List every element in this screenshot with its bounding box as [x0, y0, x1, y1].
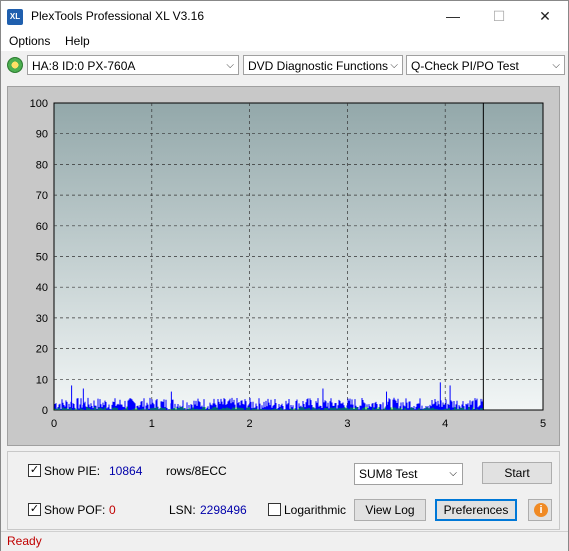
y-tick-label: 0 [42, 405, 48, 417]
info-button[interactable]: i [528, 499, 552, 521]
y-tick-label: 90 [36, 129, 48, 141]
chevron-down-icon: ⌵ [552, 60, 560, 71]
function-select-value: DVD Diagnostic Functions [248, 59, 389, 73]
test-select[interactable]: Q-Check PI/PO Test ⌵ [406, 55, 565, 75]
app-window: XL PlexTools Professional XL V3.16 — ☐ ✕… [0, 0, 569, 551]
function-select[interactable]: DVD Diagnostic Functions ⌵ [243, 55, 403, 75]
maximize-button[interactable]: ☐ [476, 1, 522, 31]
view-log-button[interactable]: View Log [354, 499, 426, 521]
y-tick-label: 50 [36, 252, 48, 264]
sum8-test-select-value: SUM8 Test [359, 467, 418, 481]
menu-help[interactable]: Help [65, 34, 90, 48]
app-logo-icon: XL [7, 9, 23, 25]
x-tick-label: 1 [149, 418, 155, 430]
y-tick-label: 70 [36, 190, 48, 202]
chevron-down-icon: ⌵ [449, 468, 457, 479]
y-tick-label: 60 [36, 221, 48, 233]
logarithmic-checkbox[interactable] [268, 503, 281, 516]
test-select-value: Q-Check PI/PO Test [411, 59, 519, 73]
chevron-down-icon: ⌵ [390, 60, 398, 71]
x-tick-label: 3 [344, 418, 350, 430]
x-tick-label: 4 [442, 418, 448, 430]
preferences-button[interactable]: Preferences [435, 499, 517, 521]
controls-panel: ✓ Show PIE: 10864 rows/8ECC ✓ Show POF: … [7, 451, 560, 530]
x-tick-label: 0 [51, 418, 57, 430]
rows-label: rows/8ECC [166, 464, 227, 478]
info-icon: i [534, 503, 548, 517]
pie-value: 10864 [109, 464, 143, 478]
y-tick-label: 10 [36, 374, 48, 386]
show-pie-checkbox[interactable]: ✓ [28, 464, 41, 477]
minimize-button[interactable]: — [430, 1, 476, 31]
drive-disc-icon [7, 57, 23, 73]
x-tick-label: 2 [247, 418, 253, 430]
chevron-down-icon: ⌵ [226, 60, 234, 71]
y-tick-label: 100 [30, 98, 48, 110]
pi-po-chart: 0 10 20 30 40 50 60 70 80 90 100 0 1 2 3 4 5 [30, 98, 546, 430]
logarithmic-label: Logarithmic [284, 503, 347, 517]
y-tick-label: 80 [36, 159, 48, 171]
y-tick-label: 30 [36, 313, 48, 325]
menu-options[interactable]: Options [9, 34, 50, 48]
menu-bar: Options Help [1, 31, 568, 51]
chart-panel: 0 10 20 30 40 50 60 70 80 90 100 0 1 2 3 4 5 [7, 86, 560, 446]
drive-select-value: HA:8 ID:0 PX-760A [32, 59, 136, 73]
window-title: PlexTools Professional XL V3.16 [31, 9, 204, 23]
y-tick-label: 40 [36, 282, 48, 294]
status-text: Ready [7, 534, 42, 548]
drive-select[interactable]: HA:8 ID:0 PX-760A ⌵ [27, 55, 239, 75]
sum8-test-select[interactable]: SUM8 Test ⌵ [354, 463, 463, 485]
pof-value: 0 [109, 503, 116, 517]
show-pof-checkbox[interactable]: ✓ [28, 503, 41, 516]
x-tick-label: 5 [540, 418, 546, 430]
start-button[interactable]: Start [482, 462, 552, 484]
close-button[interactable]: ✕ [522, 1, 568, 31]
show-pof-label: Show POF: [44, 503, 106, 517]
status-bar: Ready [1, 531, 568, 551]
toolbar: HA:8 ID:0 PX-760A ⌵ DVD Diagnostic Funct… [1, 52, 568, 80]
lsn-value: 2298496 [200, 503, 247, 517]
y-tick-label: 20 [36, 344, 48, 356]
show-pie-label: Show PIE: [44, 464, 101, 478]
title-bar: XL PlexTools Professional XL V3.16 — ☐ ✕ [1, 1, 568, 31]
lsn-label: LSN: [169, 503, 196, 517]
